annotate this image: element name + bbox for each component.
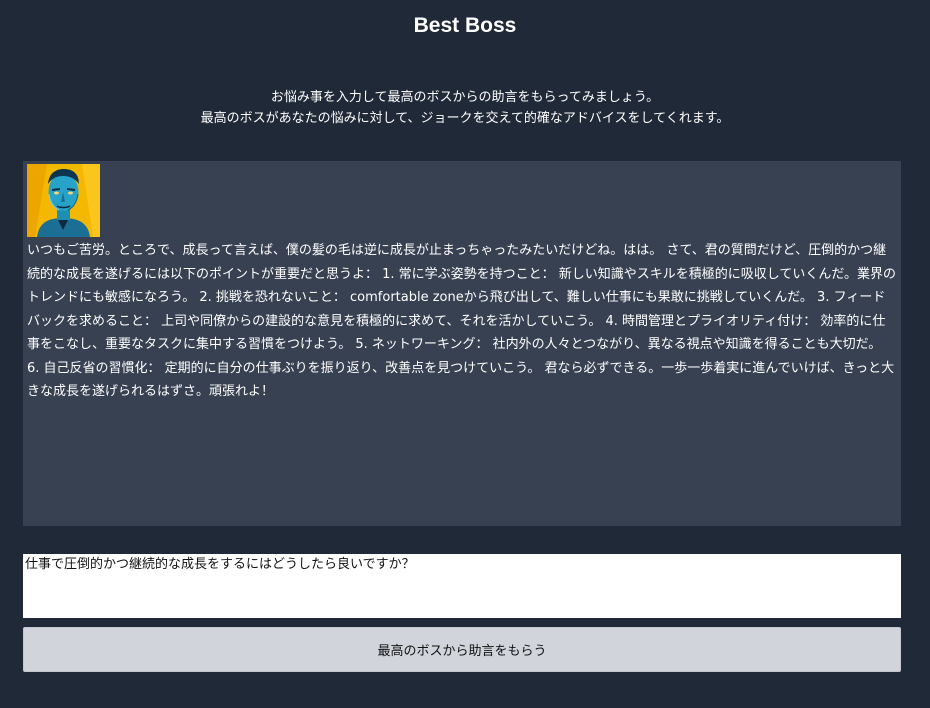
boss-avatar-icon <box>27 164 100 237</box>
question-input[interactable]: 仕事で圧倒的かつ継続的な成長をするにはどうしたら良いですか？ <box>23 554 901 618</box>
response-panel: いつもご苦労。ところで、成長って言えば、僕の髪の毛は逆に成長が止まっちゃったみた… <box>23 161 901 526</box>
intro-description: お悩み事を入力して最高のボスからの助言をもらってみましょう。 最高のボスがあなた… <box>0 87 930 129</box>
intro-line-1: お悩み事を入力して最高のボスからの助言をもらってみましょう。 <box>270 90 660 105</box>
page-title: Best Boss <box>413 14 517 37</box>
boss-response-text: いつもご苦労。ところで、成長って言えば、僕の髪の毛は逆に成長が止まっちゃったみた… <box>27 243 897 399</box>
get-advice-button[interactable]: 最高のボスから助言をもらう <box>23 627 901 672</box>
app-root: Best Boss お悩み事を入力して最高のボスからの助言をもらってみましょう。… <box>0 0 930 708</box>
intro-line-2: 最高のボスがあなたの悩みに対して、ジョークを交えて的確なアドバイスをしてくれます… <box>200 111 730 126</box>
